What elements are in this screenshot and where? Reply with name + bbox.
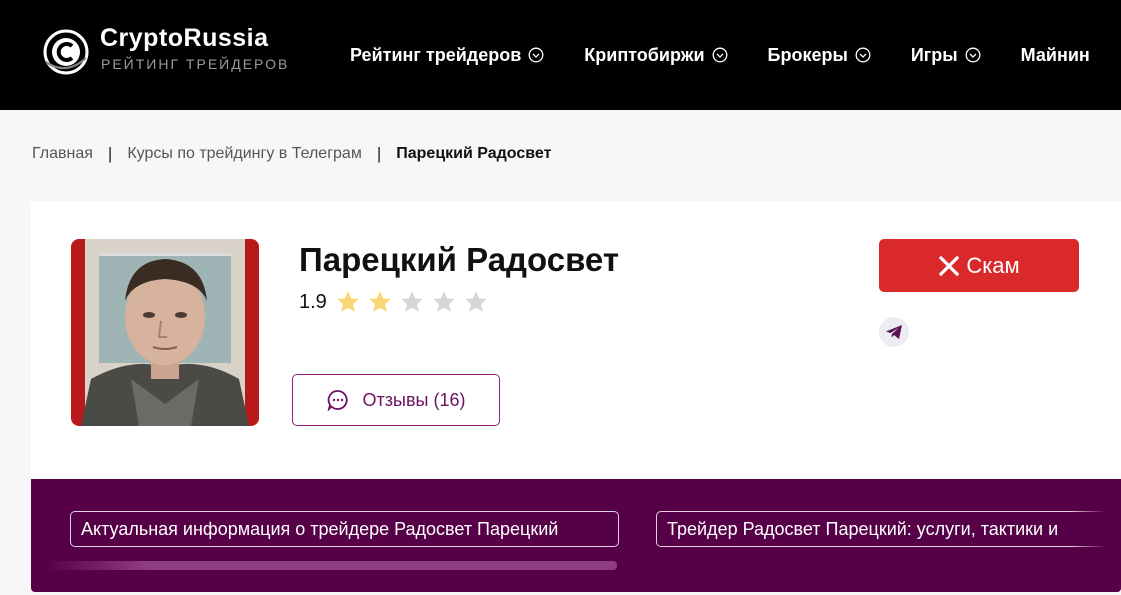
nav-item-traders-rating[interactable]: Рейтинг трейдеров <box>350 45 544 66</box>
rating-row: 1.9 <box>299 289 495 315</box>
chevron-down-circle-icon <box>528 47 544 63</box>
banner-tag[interactable]: Трейдер Радосвет Парецкий: услуги, такти… <box>656 511 1116 547</box>
star-empty-icon <box>400 291 423 312</box>
nav-item-label: Игры <box>910 44 958 65</box>
nav-item-label: Криптобиржи <box>584 44 705 65</box>
scam-button[interactable]: Скам <box>879 239 1079 292</box>
nav-item-label: Рейтинг трейдеров <box>350 44 522 65</box>
trader-profile-card: Парецкий Радосвет 1.9 Отзывы (16) Скам <box>31 201 1121 479</box>
info-tags-banner: Актуальная информация о трейдере Радосве… <box>31 479 1121 592</box>
breadcrumb-current: Парецкий Радосвет <box>396 145 552 162</box>
breadcrumb: Главная | Курсы по трейдингу в Телеграм … <box>32 144 551 164</box>
close-icon <box>939 255 960 276</box>
telegram-link[interactable] <box>879 317 909 347</box>
chevron-down-circle-icon <box>855 47 871 63</box>
chevron-down-circle-icon <box>712 47 727 63</box>
star-filled-icon <box>368 291 391 312</box>
nav-item-label: Майнин <box>1020 44 1090 65</box>
logo-title[interactable]: CryptoRussia <box>100 24 269 53</box>
site-header: CryptoRussia РЕЙТИНГ ТРЕЙДЕРОВ Рейтинг т… <box>0 0 1121 110</box>
scam-label: Скам <box>966 252 1020 278</box>
nav-item-mining[interactable]: Майнин <box>1021 45 1090 66</box>
banner-tag[interactable]: Актуальная информация о трейдере Радосве… <box>70 511 619 547</box>
reviews-button[interactable]: Отзывы (16) <box>292 374 500 426</box>
chat-bubble-icon <box>327 390 348 411</box>
nav-item-label: Брокеры <box>767 44 848 65</box>
rating-stars <box>335 289 495 315</box>
breadcrumb-separator: | <box>376 144 382 163</box>
horizontal-scrollbar[interactable] <box>45 561 617 570</box>
breadcrumb-separator: | <box>107 144 113 163</box>
rating-value: 1.9 <box>299 290 327 313</box>
nav-item-crypto-exchanges[interactable]: Криптобиржи <box>584 45 727 66</box>
chevron-down-circle-icon <box>965 47 981 63</box>
reviews-label: Отзывы (16) <box>362 389 466 410</box>
nav-item-brokers[interactable]: Брокеры <box>768 45 871 66</box>
breadcrumb-home[interactable]: Главная <box>32 145 93 163</box>
logo-subtitle: РЕЙТИНГ ТРЕЙДЕРОВ <box>101 56 290 72</box>
main-nav: Рейтинг трейдеров Криптобиржи Брокеры Иг… <box>350 0 1121 110</box>
star-empty-icon <box>432 291 455 312</box>
star-empty-icon <box>464 291 487 312</box>
telegram-icon <box>886 325 902 339</box>
crypto-logo-icon[interactable] <box>42 28 90 76</box>
breadcrumb-telegram-courses[interactable]: Курсы по трейдингу в Телеграм <box>127 145 362 163</box>
banner-fade <box>1071 479 1121 592</box>
trader-name: Парецкий Радосвет <box>299 241 620 278</box>
star-filled-icon <box>336 291 359 312</box>
nav-item-games[interactable]: Игры <box>911 45 981 66</box>
trader-avatar <box>71 239 259 426</box>
